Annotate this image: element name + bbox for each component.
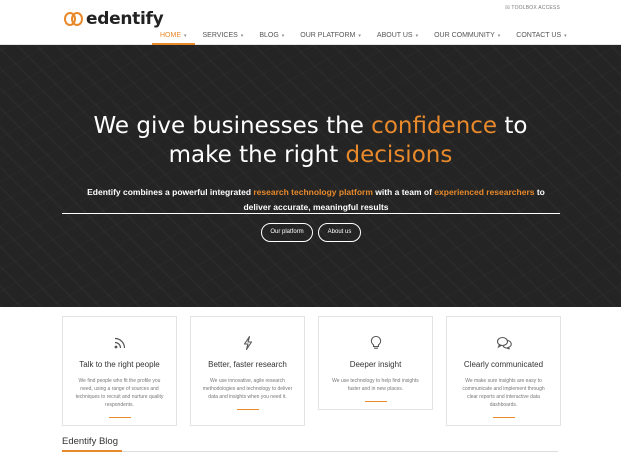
hero-title-text: We give businesses the — [93, 113, 372, 139]
nav-item-label: OUR COMMUNITY — [434, 32, 495, 39]
hero-sub-text: to — [534, 187, 545, 197]
hero-title-highlight: confidence — [371, 113, 498, 139]
blog-section-title: Edentify Blog — [62, 436, 118, 447]
edentify-logo[interactable]: edentify — [64, 9, 164, 29]
chevron-down-icon: ▾ — [184, 33, 187, 39]
feature-card-desc: We find people who fit the profile you n… — [75, 378, 164, 408]
our-platform-button[interactable]: Our platform — [261, 223, 313, 242]
card-divider — [492, 417, 515, 418]
hero-sub-link[interactable]: research technology platform — [253, 187, 373, 197]
feature-card-title: Talk to the right people — [79, 360, 160, 369]
hero-banner: We give businesses the confidence to mak… — [0, 45, 621, 307]
hero-title: We give businesses the confidence to mak… — [0, 112, 621, 170]
feature-card-title: Clearly communicated — [463, 360, 544, 369]
chevron-down-icon: ▾ — [564, 33, 567, 39]
logo-mark-icon — [64, 10, 84, 28]
nav-item-label: SERVICES — [202, 32, 238, 39]
hero-title-text: to — [497, 113, 528, 139]
nav-item-label: BLOG — [259, 32, 279, 39]
lightbulb-icon — [370, 335, 381, 349]
hero-subtitle: Edentify combines a powerful integrated … — [66, 185, 566, 215]
blog-section-divider — [62, 450, 558, 452]
rss-icon — [114, 337, 125, 349]
nav-item-label: HOME — [160, 32, 181, 39]
feature-card-insight: Deeper insight We use technology to help… — [318, 316, 433, 410]
about-us-button[interactable]: About us — [318, 223, 361, 242]
hero-title-text: make the right — [168, 142, 346, 168]
hero-sub-text: Edentify combines a powerful integrated — [87, 187, 254, 197]
hero-title-highlight: decisions — [345, 142, 453, 168]
nav-item-label: CONTACT US — [516, 32, 562, 39]
nav-item-home[interactable]: HOME ▾ — [152, 31, 195, 45]
chevron-down-icon: ▾ — [240, 33, 244, 39]
nav-item-our-community[interactable]: OUR COMMUNITY ▾ — [426, 31, 508, 45]
hero-divider — [62, 213, 560, 214]
nav-item-our-platform[interactable]: OUR PLATFORM ▾ — [292, 31, 369, 45]
card-divider — [236, 409, 259, 410]
main-nav: HOME ▾ SERVICES ▾ BLOG ▾ OUR PLATFORM ▾ ABOU… — [152, 31, 575, 45]
card-divider — [364, 401, 387, 402]
feature-card-title: Better, faster research — [208, 360, 287, 369]
chevron-down-icon: ▾ — [497, 33, 501, 39]
nav-item-label: OUR PLATFORM — [300, 32, 356, 39]
lightning-icon — [243, 335, 252, 351]
chevron-down-icon: ▾ — [281, 33, 285, 39]
nav-item-contact-us[interactable]: CONTACT US ▾ — [508, 31, 574, 45]
hero-sub-text: with a team of — [372, 187, 435, 197]
feature-card-title: Deeper insight — [349, 360, 402, 369]
chevron-down-icon: ▾ — [358, 33, 361, 39]
feature-card-communicated: Clearly communicated We make sure insigh… — [446, 316, 561, 426]
hero-sub-text: deliver accurate, meaningful results — [243, 202, 389, 212]
chevron-down-icon: ▾ — [415, 33, 419, 39]
nav-item-label: ABOUT US — [376, 32, 413, 39]
logo-text: edentify — [86, 9, 164, 29]
feature-card-research: Better, faster research We use innovativ… — [190, 316, 305, 426]
feature-card-talk: Talk to the right people We find people … — [62, 316, 177, 426]
card-divider — [108, 417, 131, 418]
chat-bubbles-icon — [496, 336, 512, 350]
top-header: edentify ☒ TOOLBOX ACCESS HOME ▾ SERVICES… — [0, 0, 621, 45]
nav-item-services[interactable]: SERVICES ▾ — [195, 31, 252, 45]
feature-card-desc: We make sure insights are easy to commun… — [462, 378, 545, 408]
nav-item-blog[interactable]: BLOG ▾ — [251, 31, 292, 45]
feature-card-desc: We use innovative, agile research method… — [202, 378, 293, 400]
hero-sub-link[interactable]: experienced researchers — [434, 187, 534, 197]
nav-item-about-us[interactable]: ABOUT US ▾ — [369, 31, 426, 45]
toolbox-access-link[interactable]: ☒ TOOLBOX ACCESS — [505, 5, 560, 11]
feature-card-desc: We use technology to help find insights … — [332, 378, 419, 392]
